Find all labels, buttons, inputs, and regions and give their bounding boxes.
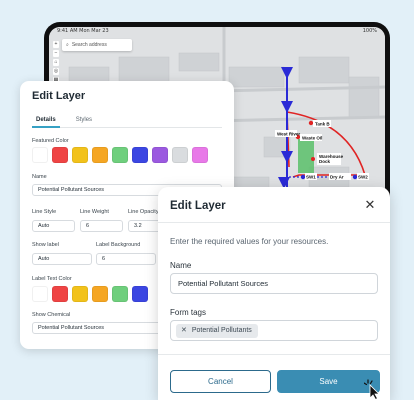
edit-layer-dialog: Edit Layer ✕ Enter the required values f…	[158, 187, 390, 400]
show-label-label: Show label	[32, 242, 59, 248]
zoom-out-button[interactable]: −	[53, 50, 59, 57]
label-background-input[interactable]: 6	[96, 253, 156, 265]
dialog-instructions: Enter the required values for your resou…	[170, 237, 329, 246]
map-label-dryer: Dry Ar	[330, 175, 344, 180]
locate-button[interactable]: ◎	[53, 68, 59, 75]
cancel-button[interactable]: Cancel	[170, 370, 271, 393]
status-time: 9:41 AM Mon Mar 23	[57, 28, 109, 34]
remove-tag-icon[interactable]: ✕	[181, 324, 187, 338]
map-search-placeholder: Search address	[71, 42, 107, 48]
line-weight-label: Line Weight	[80, 209, 109, 215]
color-swatch[interactable]	[52, 286, 68, 302]
label-text-color-label: Label Text Color	[32, 276, 72, 282]
show-chemical-label: Show Chemical	[32, 312, 71, 318]
color-swatch[interactable]	[52, 147, 68, 163]
map-label-tank: Tank B	[315, 122, 330, 127]
tag-chip[interactable]: ✕ Potential Pollutants	[176, 324, 258, 338]
name-label: Name	[170, 261, 192, 270]
line-weight-input[interactable]: 6	[80, 220, 123, 232]
color-swatch[interactable]	[72, 286, 88, 302]
zoom-in-button[interactable]: +	[53, 41, 59, 48]
featured-color-swatches	[32, 147, 208, 163]
label-text-color-swatches	[32, 286, 148, 302]
color-swatch[interactable]	[32, 286, 48, 302]
color-swatch[interactable]	[192, 147, 208, 163]
map-label-sw2: SW2	[358, 175, 368, 180]
color-swatch[interactable]	[132, 286, 148, 302]
color-swatch[interactable]	[152, 147, 168, 163]
map-label-west-river: West River	[277, 132, 300, 137]
status-battery: 100%	[362, 28, 377, 34]
tag-label: Potential Pollutants	[191, 327, 252, 334]
line-style-label: Line Style	[32, 209, 57, 215]
show-label-select[interactable]: Auto	[32, 253, 92, 265]
click-cursor-icon	[364, 379, 380, 400]
status-bar: 9:41 AM Mon Mar 23 100%	[49, 27, 385, 36]
map-search-input[interactable]: ⌕ Search address	[62, 39, 132, 51]
color-swatch[interactable]	[132, 147, 148, 163]
dialog-title: Edit Layer	[32, 90, 86, 102]
name-field[interactable]: Potential Pollutant Sources	[170, 273, 378, 294]
search-icon: ⌕	[66, 42, 69, 48]
tab-details[interactable]: Details	[32, 114, 60, 128]
color-swatch[interactable]	[92, 286, 108, 302]
line-style-select[interactable]: Auto	[32, 220, 75, 232]
map-label-sw1: SW1	[306, 175, 316, 180]
label-background-label: Label Background	[96, 242, 141, 248]
color-swatch[interactable]	[32, 147, 48, 163]
form-tags-label: Form tags	[170, 308, 207, 317]
tab-styles[interactable]: Styles	[72, 114, 96, 128]
map-label-dock: Dock	[319, 159, 331, 164]
color-swatch[interactable]	[172, 147, 188, 163]
map-label-waste-oil: Waste Oil	[302, 136, 322, 141]
home-button[interactable]: ⌂	[53, 59, 59, 66]
featured-color-label: Featured Color	[32, 138, 69, 144]
form-tags-field[interactable]: ✕ Potential Pollutants	[170, 320, 378, 341]
dialog-tabs: Details Styles	[32, 114, 222, 128]
color-swatch[interactable]	[112, 286, 128, 302]
color-swatch[interactable]	[112, 147, 128, 163]
color-swatch[interactable]	[92, 147, 108, 163]
line-opacity-label: Line Opacity	[128, 209, 159, 215]
divider	[158, 354, 390, 355]
close-icon[interactable]: ✕	[363, 198, 377, 212]
name-label: Name	[32, 174, 47, 180]
dialog-title: Edit Layer	[170, 200, 226, 212]
color-swatch[interactable]	[72, 147, 88, 163]
divider	[158, 222, 390, 223]
